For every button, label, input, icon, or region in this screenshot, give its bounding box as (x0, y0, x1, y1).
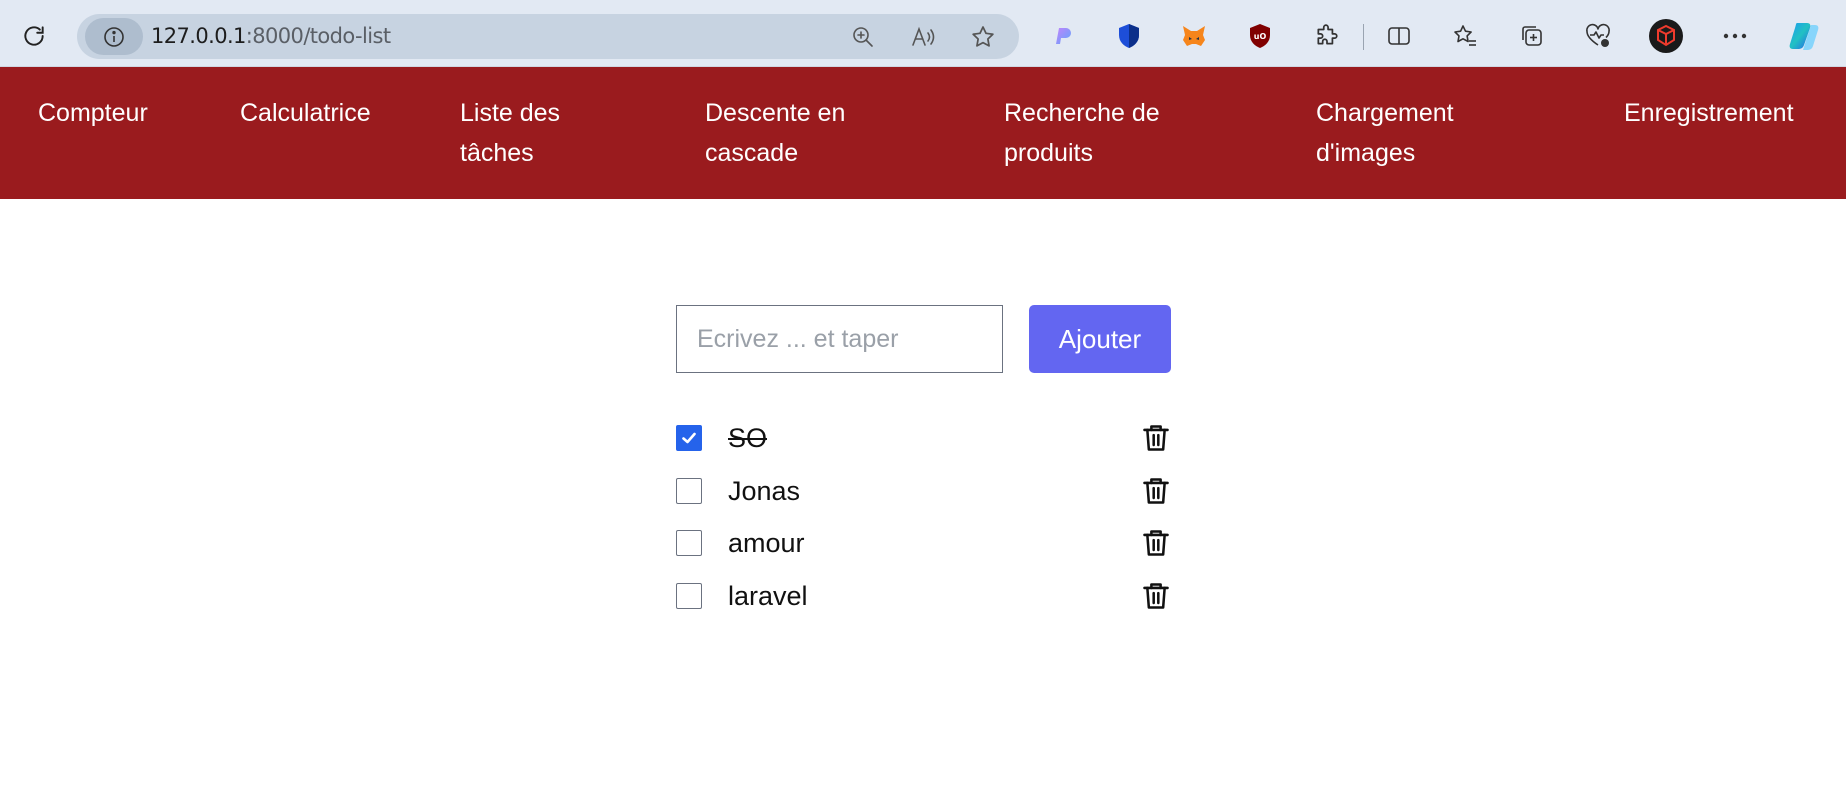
zoom-icon[interactable] (847, 21, 879, 53)
site-info-icon[interactable] (85, 18, 143, 55)
nav-item-calculatrice[interactable]: Calculatrice (240, 93, 371, 133)
todo-text: laravel (728, 581, 808, 611)
toolbar-separator (1363, 24, 1364, 50)
nav-item-enregistrement[interactable]: Enregistrement (1624, 93, 1794, 133)
todo-item: amour (676, 523, 1172, 563)
svg-text:uO: uO (1254, 32, 1267, 41)
metamask-fox-icon[interactable] (1175, 17, 1213, 55)
todo-text: SO (728, 423, 768, 453)
address-bar[interactable]: 127.0.0.1:8000/todo-list (77, 14, 1019, 59)
todo-text: amour (728, 528, 805, 558)
ublock-icon[interactable]: uO (1241, 17, 1279, 55)
todo-checkbox[interactable] (676, 530, 702, 556)
extensions-puzzle-icon[interactable] (1308, 17, 1346, 55)
checkmark-icon (682, 432, 696, 444)
trash-icon[interactable] (1139, 526, 1173, 560)
todo-item: Jonas (676, 471, 1172, 511)
todo-item: SO (676, 418, 1172, 458)
todo-text: Jonas (728, 476, 801, 506)
read-aloud-icon[interactable] (907, 21, 939, 53)
trash-icon[interactable] (1139, 421, 1173, 455)
split-screen-icon[interactable] (1380, 17, 1418, 55)
todo-item: laravel (676, 576, 1172, 616)
nav-item-recherche-de-produits[interactable]: Recherche de produits (1004, 93, 1160, 173)
add-button[interactable]: Ajouter (1029, 305, 1171, 373)
nav-item-compteur[interactable]: Compteur (38, 93, 148, 133)
collections-icon[interactable] (1513, 17, 1551, 55)
todo-input[interactable] (676, 305, 1003, 373)
trash-icon[interactable] (1139, 474, 1173, 508)
todo-checkbox[interactable] (676, 583, 702, 609)
url-text[interactable]: 127.0.0.1:8000/todo-list (151, 14, 391, 59)
copilot-icon[interactable] (1785, 17, 1823, 55)
trash-icon[interactable] (1139, 579, 1173, 613)
nav-item-chargement-d-images[interactable]: Chargement d'images (1316, 93, 1454, 173)
browser-toolbar: 127.0.0.1:8000/todo-list uO (0, 0, 1846, 67)
more-options-icon[interactable] (1716, 17, 1754, 55)
todo-checkbox[interactable] (676, 425, 702, 451)
gradient-extension-icon[interactable] (1044, 17, 1082, 55)
todo-checkbox[interactable] (676, 478, 702, 504)
profile-avatar-icon[interactable] (1647, 17, 1685, 55)
shield-extension-icon[interactable] (1110, 17, 1148, 55)
nav-item-descente-en-cascade[interactable]: Descente en cascade (705, 93, 845, 173)
main-navbar: Compteur Calculatrice Liste des tâches De… (0, 67, 1846, 199)
favorite-star-icon[interactable] (967, 21, 999, 53)
reload-icon[interactable] (15, 17, 53, 55)
favorites-icon[interactable] (1446, 17, 1484, 55)
nav-item-liste-des-taches[interactable]: Liste des tâches (460, 93, 560, 173)
browser-essentials-icon[interactable] (1579, 17, 1617, 55)
